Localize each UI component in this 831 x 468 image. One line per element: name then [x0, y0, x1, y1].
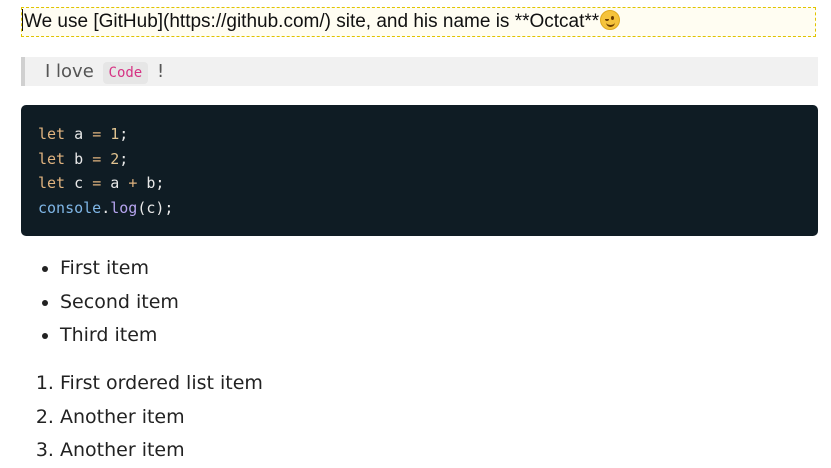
- code-token: .: [101, 198, 111, 217]
- code-token: let: [38, 149, 66, 168]
- code-token: ;: [119, 125, 129, 143]
- blockquote: I love Code !: [21, 57, 818, 86]
- code-token: =: [92, 174, 102, 192]
- code-block[interactable]: let a = 1; let b = 2; let c = a + b; consol…: [21, 105, 818, 236]
- inline-code: Code: [102, 62, 149, 84]
- ordered-list-item: Another item: [60, 434, 263, 468]
- code-line: console.log(c);: [38, 196, 818, 221]
- code-token: a: [101, 174, 129, 192]
- code-line: let a = 1;: [38, 122, 818, 147]
- list-item: Third item: [60, 319, 179, 353]
- blockquote-text-after: !: [156, 61, 165, 82]
- code-token: b;: [137, 174, 165, 192]
- code-line: let b = 2;: [38, 147, 818, 172]
- code-token: c: [65, 174, 93, 192]
- ordered-list: First ordered list item Another item Ano…: [21, 367, 263, 468]
- code-token: let: [38, 125, 66, 143]
- list-item: First item: [60, 252, 179, 286]
- code-line: let c = a + b;: [38, 171, 818, 196]
- code-token: (c);: [137, 198, 174, 217]
- text-cursor: [22, 9, 23, 31]
- markdown-source-text: We use [GitHub](https://github.com/) sit…: [24, 11, 600, 32]
- list-item: Second item: [60, 286, 179, 320]
- code-token: =: [92, 149, 102, 168]
- blockquote-text-before: I love: [45, 61, 94, 82]
- code-token: b: [65, 149, 93, 168]
- code-token: ;: [119, 149, 129, 168]
- ordered-list-item: First ordered list item: [60, 367, 263, 401]
- code-token: 1: [110, 125, 120, 143]
- ordered-list-item: Another item: [60, 401, 263, 435]
- code-token: 2: [110, 149, 120, 168]
- code-token: a: [65, 125, 93, 143]
- markdown-source-line[interactable]: We use [GitHub](https://github.com/) sit…: [21, 7, 816, 37]
- code-token: let: [38, 174, 66, 192]
- code-token: +: [128, 174, 138, 192]
- code-token: log: [110, 198, 138, 217]
- code-token: console: [38, 198, 102, 217]
- bullet-list: First item Second item Third item: [21, 252, 179, 353]
- code-token: =: [92, 125, 102, 143]
- wink-emoji-icon: [600, 10, 621, 30]
